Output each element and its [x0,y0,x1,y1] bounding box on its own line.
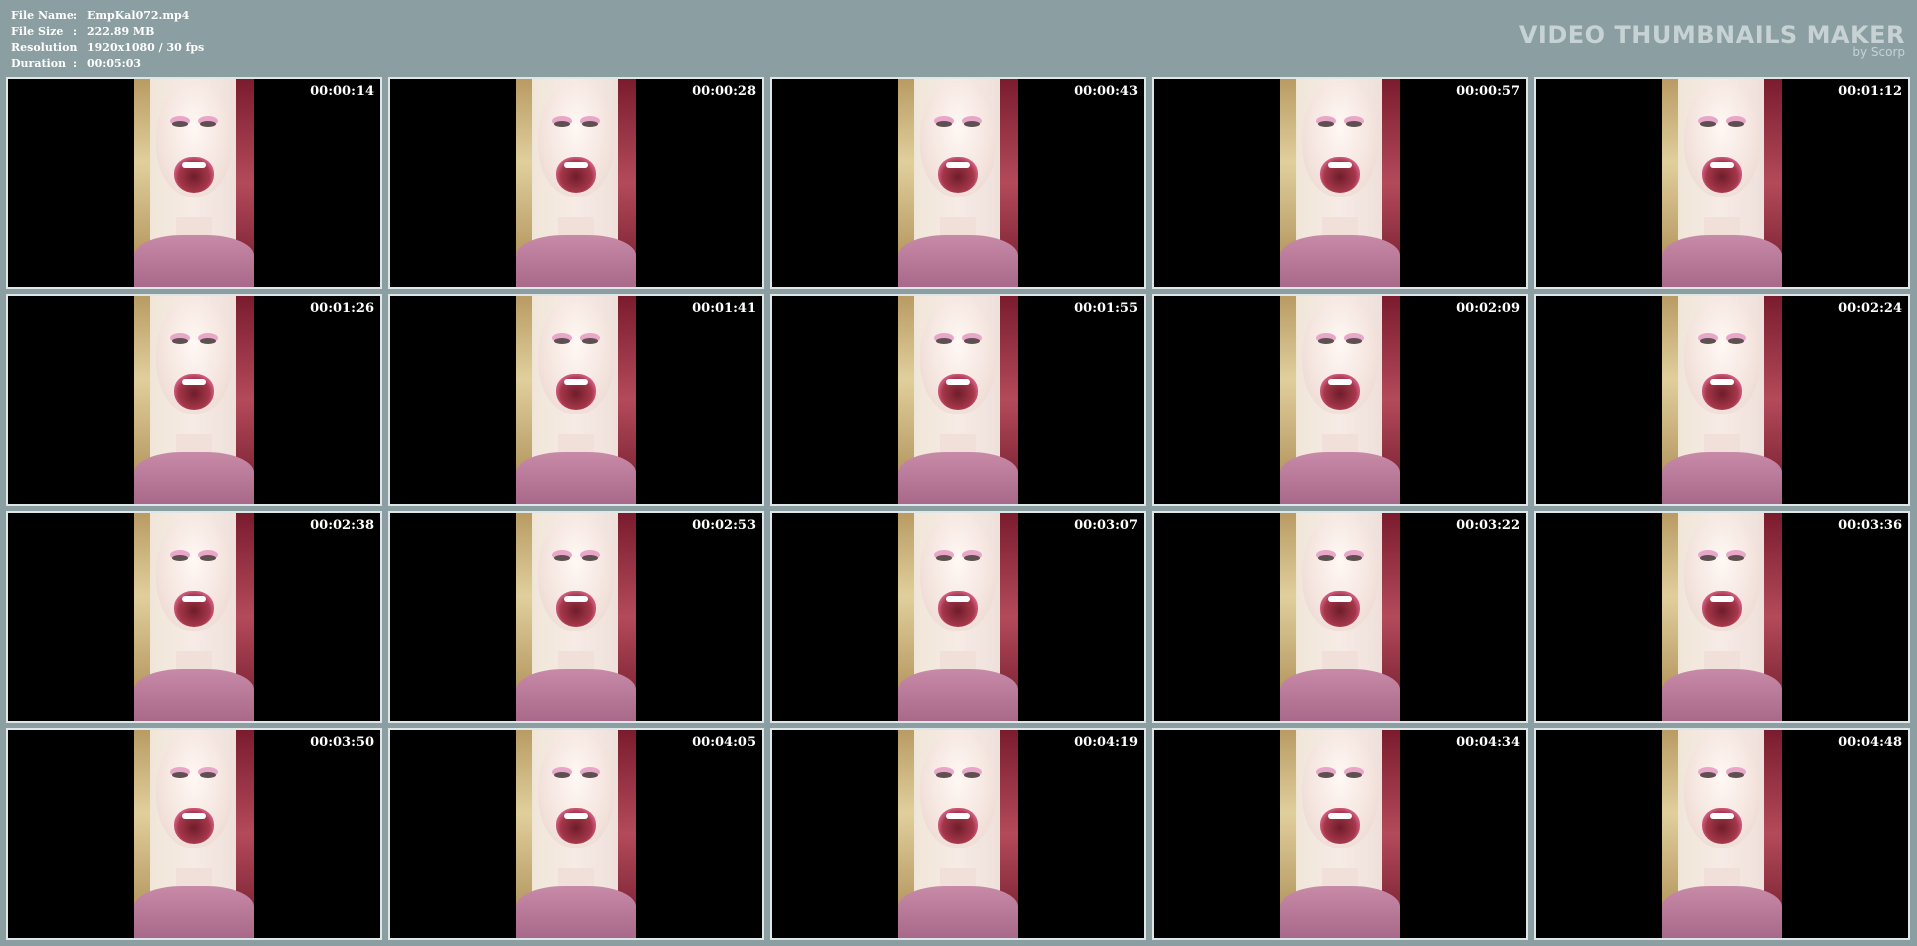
resolution-value: 1920x1080 / 30 fps [87,41,205,54]
video-frame-image [516,730,636,938]
frame-timestamp: 00:04:05 [692,735,756,750]
video-frame-image [898,513,1018,721]
file-size-separator: : [73,25,78,38]
frame-timestamp: 00:01:26 [310,301,374,316]
duration-value: 00:05:03 [87,57,142,70]
video-frame-image [1662,513,1782,721]
frame-timestamp: 00:04:48 [1838,735,1902,750]
thumbnail-tile[interactable]: 00:00:28 [388,77,764,289]
video-frame-image [134,79,254,287]
thumbnail-tile[interactable]: 00:04:48 [1534,728,1910,940]
sheet-header: File Name : EmpKal072.mp4 File Size : 22… [0,0,1917,76]
video-frame-image [898,296,1018,504]
thumbnail-tile[interactable]: 00:04:05 [388,728,764,940]
thumbnail-tile[interactable]: 00:01:41 [388,294,764,506]
resolution-row: Resolution : 1920x1080 / 30 fps [11,40,204,56]
thumbnail-tile[interactable]: 00:00:14 [6,77,382,289]
thumbnail-tile[interactable]: 00:01:26 [6,294,382,506]
resolution-label: Resolution [11,41,78,54]
thumbnail-tile[interactable]: 00:02:38 [6,511,382,723]
frame-timestamp: 00:00:14 [310,84,374,99]
file-info-block: File Name : EmpKal072.mp4 File Size : 22… [11,8,204,72]
frame-timestamp: 00:04:34 [1456,735,1520,750]
duration-label: Duration [11,57,67,70]
thumbnail-tile[interactable]: 00:02:53 [388,511,764,723]
thumbnail-tile[interactable]: 00:03:50 [6,728,382,940]
thumbnail-tile[interactable]: 00:03:22 [1152,511,1528,723]
resolution-separator: : [73,41,78,54]
thumbnail-grid: 00:00:14 00:00:28 00:00:43 00:00:57 00:01:12… [6,77,1912,941]
frame-timestamp: 00:00:28 [692,84,756,99]
video-frame-image [1280,296,1400,504]
thumbnail-tile[interactable]: 00:03:07 [770,511,1146,723]
duration-row: Duration : 00:05:03 [11,56,204,72]
thumbnail-tile[interactable]: 00:00:43 [770,77,1146,289]
frame-timestamp: 00:03:36 [1838,518,1902,533]
video-frame-image [134,730,254,938]
frame-timestamp: 00:02:38 [310,518,374,533]
frame-timestamp: 00:01:41 [692,301,756,316]
file-name-row: File Name : EmpKal072.mp4 [11,8,204,24]
frame-timestamp: 00:00:43 [1074,84,1138,99]
thumbnail-tile[interactable]: 00:00:57 [1152,77,1528,289]
file-size-row: File Size : 222.89 MB [11,24,204,40]
video-frame-image [898,79,1018,287]
frame-timestamp: 00:02:09 [1456,301,1520,316]
video-frame-image [1280,730,1400,938]
brand-watermark: VIDEO THUMBNAILS MAKER by Scorp [1519,22,1905,59]
frame-timestamp: 00:04:19 [1074,735,1138,750]
video-frame-image [516,513,636,721]
frame-timestamp: 00:01:12 [1838,84,1902,99]
frame-timestamp: 00:02:24 [1838,301,1902,316]
video-frame-image [1280,513,1400,721]
brand-title: VIDEO THUMBNAILS MAKER [1518,21,1905,49]
frame-timestamp: 00:03:50 [310,735,374,750]
thumbnail-tile[interactable]: 00:04:34 [1152,728,1528,940]
thumbnail-tile[interactable]: 00:04:19 [770,728,1146,940]
file-size-value: 222.89 MB [87,25,155,38]
video-frame-image [516,296,636,504]
video-frame-image [134,296,254,504]
frame-timestamp: 00:00:57 [1456,84,1520,99]
thumbnail-tile[interactable]: 00:01:55 [770,294,1146,506]
video-frame-image [1662,730,1782,938]
file-name-label: File Name [11,9,74,22]
file-name-separator: : [73,9,78,22]
video-frame-image [516,79,636,287]
frame-timestamp: 00:03:07 [1074,518,1138,533]
video-frame-image [1662,296,1782,504]
video-frame-image [1280,79,1400,287]
frame-timestamp: 00:02:53 [692,518,756,533]
thumbnail-tile[interactable]: 00:03:36 [1534,511,1910,723]
duration-separator: : [73,57,78,70]
video-frame-image [1662,79,1782,287]
thumbnail-tile[interactable]: 00:02:24 [1534,294,1910,506]
video-frame-image [898,730,1018,938]
frame-timestamp: 00:03:22 [1456,518,1520,533]
frame-timestamp: 00:01:55 [1074,301,1138,316]
thumbnail-tile[interactable]: 00:01:12 [1534,77,1910,289]
file-name-value: EmpKal072.mp4 [87,9,190,22]
thumbnail-tile[interactable]: 00:02:09 [1152,294,1528,506]
video-frame-image [134,513,254,721]
file-size-label: File Size [11,25,64,38]
